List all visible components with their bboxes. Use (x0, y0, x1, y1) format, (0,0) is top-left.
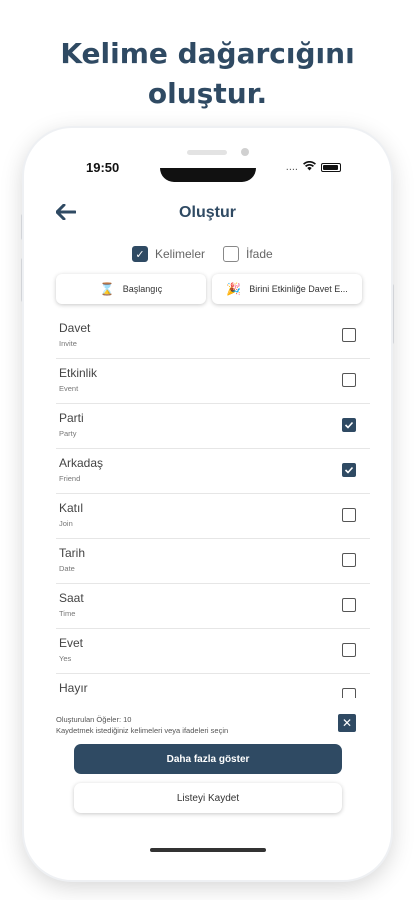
list-item[interactable]: Evet Yes (56, 629, 370, 674)
word-text: Evet (59, 636, 84, 650)
word-text: Davet (59, 321, 91, 335)
word-text: Saat (59, 591, 84, 605)
category-chips: ⌛ Başlangıç 🎉 Birini Etkinliğe Davet E..… (56, 274, 362, 304)
word-checkbox[interactable] (342, 643, 356, 657)
status-time: 19:50 (86, 160, 120, 175)
status-icons: .... (286, 160, 341, 174)
promo-headline: Kelime dağarcığını oluştur. (0, 34, 415, 114)
generated-count: Oluşturulan Öğeler: 10 (56, 715, 132, 724)
translation-text: Party (59, 429, 77, 438)
party-popper-icon: 🎉 (226, 282, 242, 296)
translation-text: Yes (59, 654, 72, 663)
chip-beginner[interactable]: ⌛ Başlangıç (56, 274, 206, 304)
list-item[interactable]: Saat Time (56, 584, 370, 629)
list-item[interactable]: Katıl Join (56, 494, 370, 539)
word-text: Tarih (59, 546, 86, 560)
list-item[interactable]: Etkinlik Event (56, 359, 370, 404)
translation-text: Date (59, 564, 75, 573)
list-item[interactable]: Hayır (56, 674, 370, 698)
signal-icon: .... (285, 161, 298, 173)
chip-invite-event[interactable]: 🎉 Birini Etkinliğe Davet E... (212, 274, 362, 304)
word-list: Davet Invite Etkinlik Event Parti Party … (56, 314, 370, 698)
type-filters: ✓ Kelimeler İfade (132, 246, 273, 262)
list-item[interactable]: Parti Party (56, 404, 370, 449)
translation-text: Invite (59, 339, 77, 348)
save-list-button[interactable]: Listeyi Kaydet (74, 783, 342, 813)
list-item[interactable]: Davet Invite (56, 314, 370, 359)
filter-phrase[interactable]: İfade (223, 246, 273, 262)
translation-text: Friend (59, 474, 81, 483)
speaker (187, 150, 227, 155)
word-checkbox[interactable] (342, 328, 356, 342)
word-checkbox[interactable] (342, 598, 356, 612)
selection-hint: Kaydetmek istediğiniz kelimeleri veya if… (56, 726, 229, 735)
word-text: Hayır (59, 681, 88, 695)
page-title: Oluştur (179, 204, 236, 221)
notch (160, 168, 256, 182)
word-text: Parti (59, 411, 84, 425)
home-indicator (150, 848, 266, 852)
word-checkbox[interactable] (342, 553, 356, 567)
filter-words-checkbox[interactable]: ✓ (132, 246, 148, 262)
filter-phrase-label: İfade (246, 247, 273, 261)
translation-text: Join (59, 519, 73, 528)
close-icon[interactable]: ✕ (338, 714, 356, 732)
chip-beginner-label: Başlangıç (122, 284, 163, 294)
filter-words-label: Kelimeler (155, 247, 206, 261)
word-checkbox[interactable] (342, 373, 356, 387)
footer-info: Oluşturulan Öğeler: 10 Kaydetmek istediğ… (56, 714, 228, 736)
wifi-icon (303, 160, 316, 174)
list-item[interactable]: Tarih Date (56, 539, 370, 584)
word-checkbox[interactable] (342, 688, 356, 698)
word-text: Katıl (59, 501, 84, 515)
phone-frame: 19:50 .... Oluştur ✓ Kelimeler İfade ⌛ B… (24, 128, 391, 880)
battery-icon (321, 162, 341, 172)
word-text: Arkadaş (59, 456, 104, 470)
word-text: Etkinlik (59, 366, 98, 380)
word-checkbox[interactable] (342, 508, 356, 522)
word-checkbox[interactable] (342, 418, 356, 432)
filter-phrase-checkbox[interactable] (223, 246, 240, 262)
filter-words[interactable]: ✓ Kelimeler (132, 246, 205, 262)
word-checkbox[interactable] (342, 463, 356, 477)
headline-line-2: oluştur. (147, 77, 268, 110)
chip-invite-event-label: Birini Etkinliğe Davet E... (249, 284, 348, 294)
show-more-button[interactable]: Daha fazla göster (74, 744, 342, 774)
headline-line-1: Kelime dağarcığını (60, 37, 355, 70)
camera (241, 148, 249, 156)
translation-text: Time (59, 609, 76, 618)
hourglass-icon: ⌛ (99, 282, 115, 296)
translation-text: Event (59, 384, 79, 393)
list-item[interactable]: Arkadaş Friend (56, 449, 370, 494)
